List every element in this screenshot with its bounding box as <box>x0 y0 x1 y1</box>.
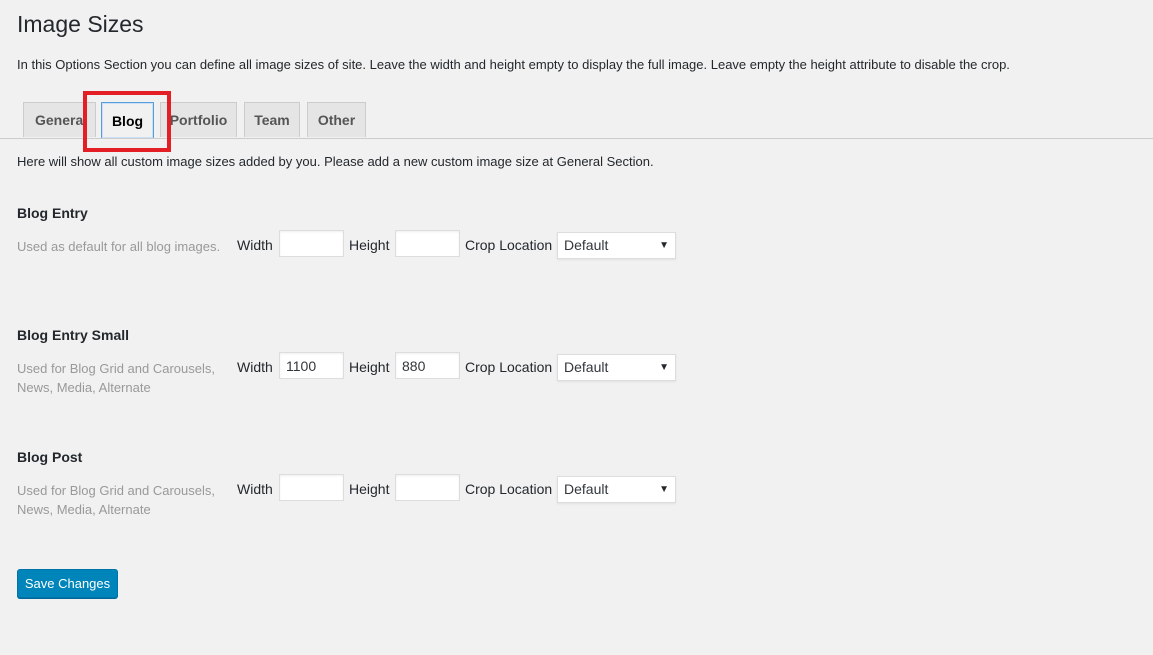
width-label: Width <box>237 237 273 253</box>
tab-other[interactable]: Other <box>307 102 366 137</box>
image-size-section-blog-entry-small: Blog Entry Small Used for Blog Grid and … <box>17 327 717 407</box>
intro-text: In this Options Section you can define a… <box>17 57 1010 72</box>
width-label: Width <box>237 359 273 375</box>
height-input[interactable] <box>395 474 460 501</box>
tab-portfolio[interactable]: Portfolio <box>160 102 237 137</box>
crop-location-select[interactable]: Default ▼ <box>557 476 676 503</box>
section-title: Blog Post <box>17 449 83 465</box>
width-input[interactable] <box>279 352 344 379</box>
notice-text: Here will show all custom image sizes ad… <box>17 154 654 169</box>
height-label: Height <box>349 359 390 375</box>
save-changes-button[interactable]: Save Changes <box>17 569 118 598</box>
section-description: Used for Blog Grid and Carousels, News, … <box>17 483 215 517</box>
crop-location-label: Crop Location <box>465 359 553 375</box>
crop-location-select[interactable]: Default ▼ <box>557 354 676 381</box>
crop-location-value: Default <box>564 359 609 375</box>
tab-team[interactable]: Team <box>244 102 300 137</box>
chevron-down-icon: ▼ <box>659 240 669 251</box>
image-size-section-blog-post: Blog Post Used for Blog Grid and Carouse… <box>17 449 717 529</box>
tab-general[interactable]: General <box>23 102 96 137</box>
page-title: Image Sizes <box>17 11 144 37</box>
height-label: Height <box>349 481 390 497</box>
crop-location-label: Crop Location <box>465 237 553 253</box>
image-size-section-blog-entry: Blog Entry Used as default for all blog … <box>17 205 717 285</box>
crop-location-select[interactable]: Default ▼ <box>557 232 676 259</box>
crop-location-value: Default <box>564 481 609 497</box>
height-input[interactable] <box>395 352 460 379</box>
section-description: Used for Blog Grid and Carousels, News, … <box>17 361 215 395</box>
crop-location-value: Default <box>564 237 609 253</box>
section-description: Used as default for all blog images. <box>17 239 221 254</box>
width-input[interactable] <box>279 230 344 257</box>
height-input[interactable] <box>395 230 460 257</box>
section-title: Blog Entry Small <box>17 327 130 343</box>
crop-location-label: Crop Location <box>465 481 553 497</box>
section-title: Blog Entry <box>17 205 88 221</box>
width-label: Width <box>237 481 273 497</box>
tab-blog[interactable]: Blog <box>101 102 154 138</box>
chevron-down-icon: ▼ <box>659 362 669 373</box>
tab-bar: General Blog Portfolio Team Other <box>0 102 1153 139</box>
width-input[interactable] <box>279 474 344 501</box>
height-label: Height <box>349 237 390 253</box>
chevron-down-icon: ▼ <box>659 484 669 495</box>
